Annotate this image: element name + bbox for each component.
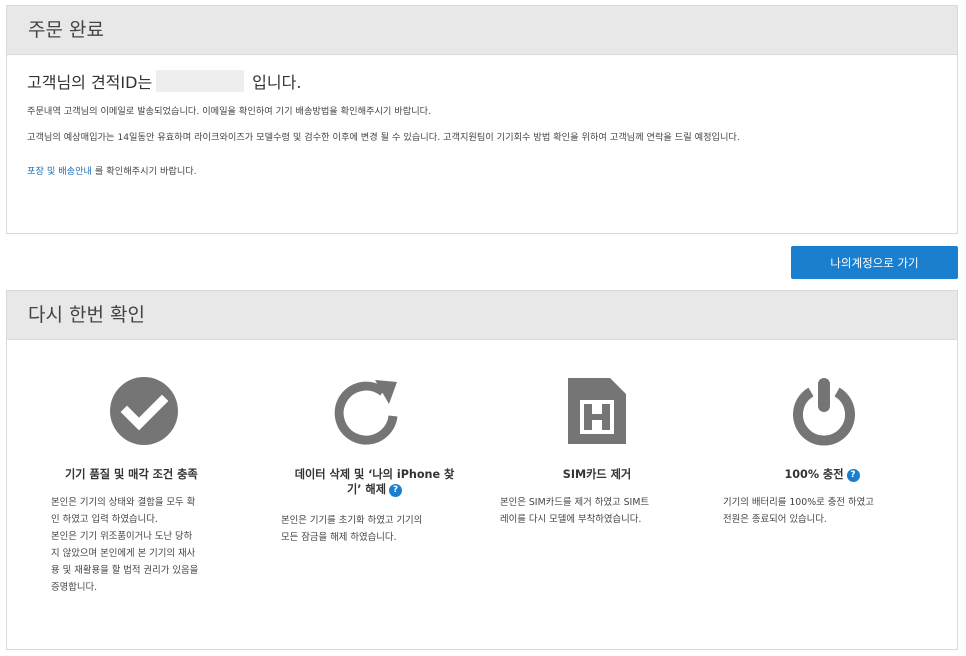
check-item-text: 본인은 기기를 초기화 하였고 기기의 모든 잠금을 해제 하였습니다. <box>281 515 423 543</box>
quote-id-redacted <box>156 70 245 92</box>
double-check-panel: 다시 한번 확인 기기 품질 및 매각 조건 충족 본인은 기기의 상태와 결함… <box>6 290 958 650</box>
shipping-guide-suffix: 를 확인해주시기 바랍니다. <box>92 166 197 177</box>
order-complete-header: 주문 완료 <box>7 6 957 55</box>
order-complete-panel: 주문 완료 고객님의 견적ID는 입니다. 주문내역 고객님의 이메일로 발송되… <box>6 5 958 234</box>
check-item-title: SIM카드 제거 <box>562 468 632 481</box>
sim-card-icon <box>562 376 632 446</box>
double-check-header: 다시 한번 확인 <box>7 291 957 340</box>
check-item-text: 본인은 기기의 상태와 결함을 모두 확 인 하였고 입력 하였습니다. 본인은… <box>51 497 199 593</box>
quote-prefix: 고객님의 견적ID는 <box>27 73 153 92</box>
quote-suffix: 입니다. <box>252 73 302 92</box>
check-item-text: 기기의 배터리를 100%로 충전 하였고 전원은 종료되어 있습니다. <box>723 497 874 525</box>
check-circle-icon <box>109 376 179 446</box>
email-notice: 주문내역 고객님의 이메일로 발송되었습니다. 이메일을 확인하여 기기 배송방… <box>27 106 432 117</box>
check-item-title: 데이터 삭제 및 ‘나의 iPhone 찾 기’ 해제? <box>294 468 455 497</box>
shipping-guide-link[interactable]: 포장 및 배송안내 <box>27 166 92 177</box>
double-check-heading: 다시 한번 확인 <box>28 304 145 326</box>
order-complete-heading: 주문 완료 <box>28 19 104 41</box>
power-icon <box>789 376 859 446</box>
refresh-icon <box>331 376 401 446</box>
check-item-title: 100% 충전? <box>767 467 877 482</box>
help-icon[interactable]: ? <box>389 483 403 497</box>
shipping-guide-line: 포장 및 배송안내 를 확인해주시기 바랍니다. <box>27 165 937 179</box>
check-item-title: 기기 품질 및 매각 조건 충족 <box>65 468 198 481</box>
quote-id-line: 고객님의 견적ID는 입니다. <box>27 69 937 93</box>
price-validity-notice: 고객님의 예상매입가는 14일동안 유효하며 라이크와이즈가 모델수령 및 검수… <box>27 132 740 143</box>
help-icon[interactable]: ? <box>846 468 860 482</box>
go-to-my-account-button[interactable]: 나의계정으로 가기 <box>791 246 958 279</box>
check-item-text: 본인은 SIM카드를 제거 하였고 SIM트 레이를 다시 모델에 부착하였습니… <box>500 497 650 525</box>
